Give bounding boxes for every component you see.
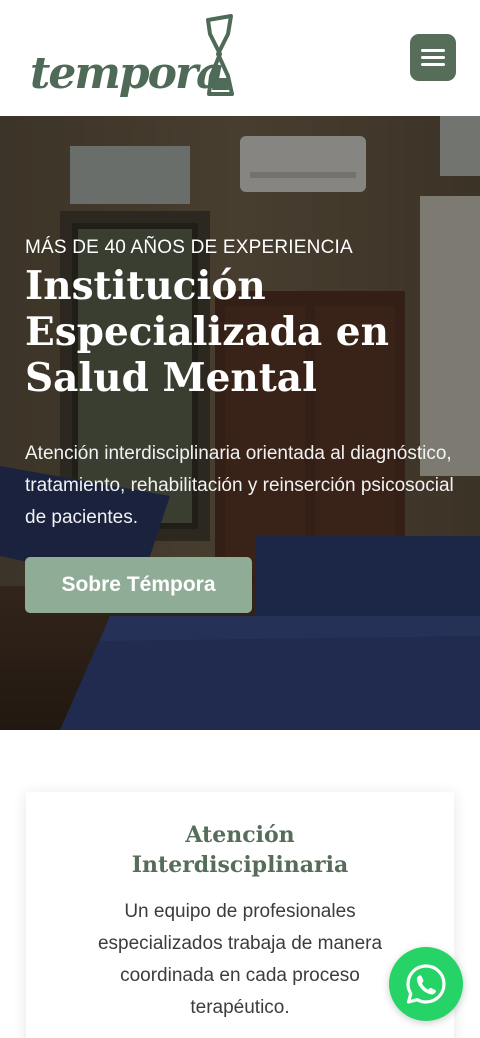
hero-title-line: Salud Mental <box>25 355 317 401</box>
hero-title: Institución Especializada en Salud Menta… <box>25 263 455 401</box>
whatsapp-icon <box>406 964 446 1004</box>
feature-card: Atención Interdisciplinaria Un equipo de… <box>26 792 454 1038</box>
tempora-logo[interactable]: tempora <box>28 14 238 102</box>
site-header: tempora <box>0 0 480 116</box>
hamburger-menu-icon-bar <box>421 56 445 59</box>
hero-eyebrow: MÁS DE 40 AÑOS DE EXPERIENCIA <box>25 237 353 258</box>
svg-text:tempora: tempora <box>30 48 223 99</box>
hero-title-line: Especializada en <box>25 309 389 355</box>
sobre-tempora-button[interactable]: Sobre Témpora <box>25 557 252 613</box>
hero-description: Atención interdisciplinaria orientada al… <box>25 443 454 528</box>
feature-card-text: Un equipo de profesionales especializado… <box>97 901 383 1018</box>
feature-card-title: Atención Interdisciplinaria <box>26 820 454 880</box>
hamburger-menu-icon-bar <box>421 63 445 66</box>
feature-card-title-line: Atención <box>185 822 295 848</box>
hero-title-line: Institución <box>25 263 266 309</box>
hero-overlay <box>0 116 480 730</box>
hero-section: MÁS DE 40 AÑOS DE EXPERIENCIA Institució… <box>0 116 480 730</box>
hamburger-menu-icon <box>421 49 445 52</box>
menu-button[interactable] <box>410 34 456 81</box>
whatsapp-button[interactable] <box>389 947 463 1021</box>
tempora-logo-icon: tempora <box>30 14 234 99</box>
feature-card-title-line: Interdisciplinaria <box>131 852 349 878</box>
